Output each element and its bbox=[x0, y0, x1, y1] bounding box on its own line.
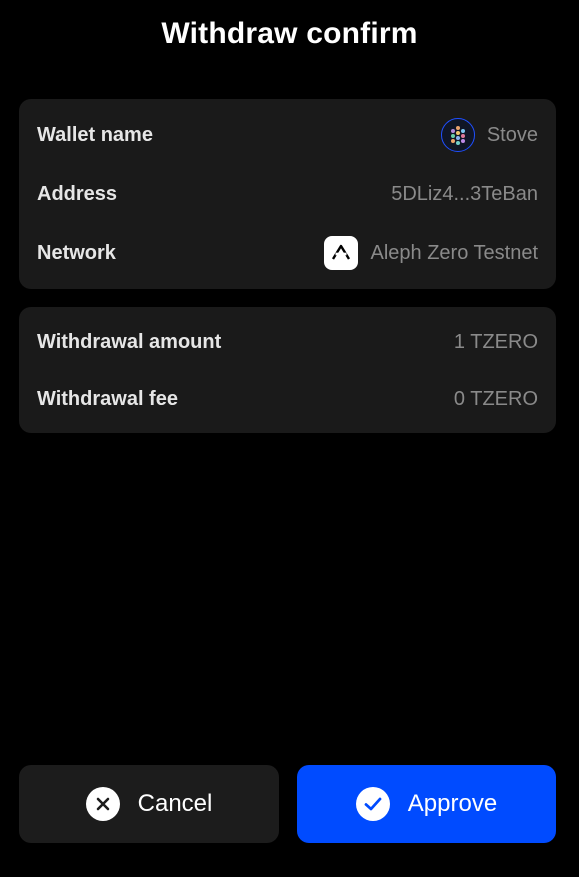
withdrawal-amount-value: 1 TZERO bbox=[453, 330, 538, 353]
wallet-name-value-group: Stove bbox=[440, 118, 538, 152]
cancel-button[interactable]: Cancel bbox=[19, 765, 279, 843]
wallet-details-card: Wallet name Stove Address 5DLiz4...3TeBa… bbox=[19, 99, 556, 289]
page-title: Withdraw confirm bbox=[161, 17, 418, 50]
withdrawal-summary-card: Withdrawal amount 1 TZERO Withdrawal fee… bbox=[19, 307, 556, 433]
address-value: 5DLiz4...3TeBan bbox=[391, 182, 538, 205]
wallet-name-value: Stove bbox=[486, 123, 538, 146]
wallet-name-label: Wallet name bbox=[37, 123, 153, 146]
wallet-name-row: Wallet name Stove bbox=[37, 115, 538, 155]
approve-button[interactable]: Approve bbox=[297, 765, 556, 843]
aleph-zero-logo-icon bbox=[324, 236, 359, 270]
approve-button-label: Approve bbox=[407, 790, 498, 817]
withdrawal-fee-label: Withdrawal fee bbox=[37, 387, 178, 410]
address-label: Address bbox=[37, 182, 118, 205]
withdrawal-amount-label: Withdrawal amount bbox=[37, 330, 222, 353]
withdrawal-fee-row: Withdrawal fee 0 TZERO bbox=[37, 379, 538, 419]
checkmark-icon bbox=[355, 787, 390, 821]
network-value-group: Aleph Zero Testnet bbox=[324, 236, 538, 270]
withdrawal-amount-row: Withdrawal amount 1 TZERO bbox=[37, 322, 538, 362]
network-row: Network Aleph Zero Testnet bbox=[37, 233, 538, 273]
close-icon bbox=[85, 787, 120, 821]
network-value: Aleph Zero Testnet bbox=[370, 241, 538, 264]
address-row: Address 5DLiz4...3TeBan bbox=[37, 174, 538, 214]
network-label: Network bbox=[37, 241, 116, 264]
withdrawal-fee-value: 0 TZERO bbox=[453, 387, 538, 410]
cancel-button-label: Cancel bbox=[137, 790, 213, 817]
wallet-avatar-icon bbox=[440, 118, 475, 152]
